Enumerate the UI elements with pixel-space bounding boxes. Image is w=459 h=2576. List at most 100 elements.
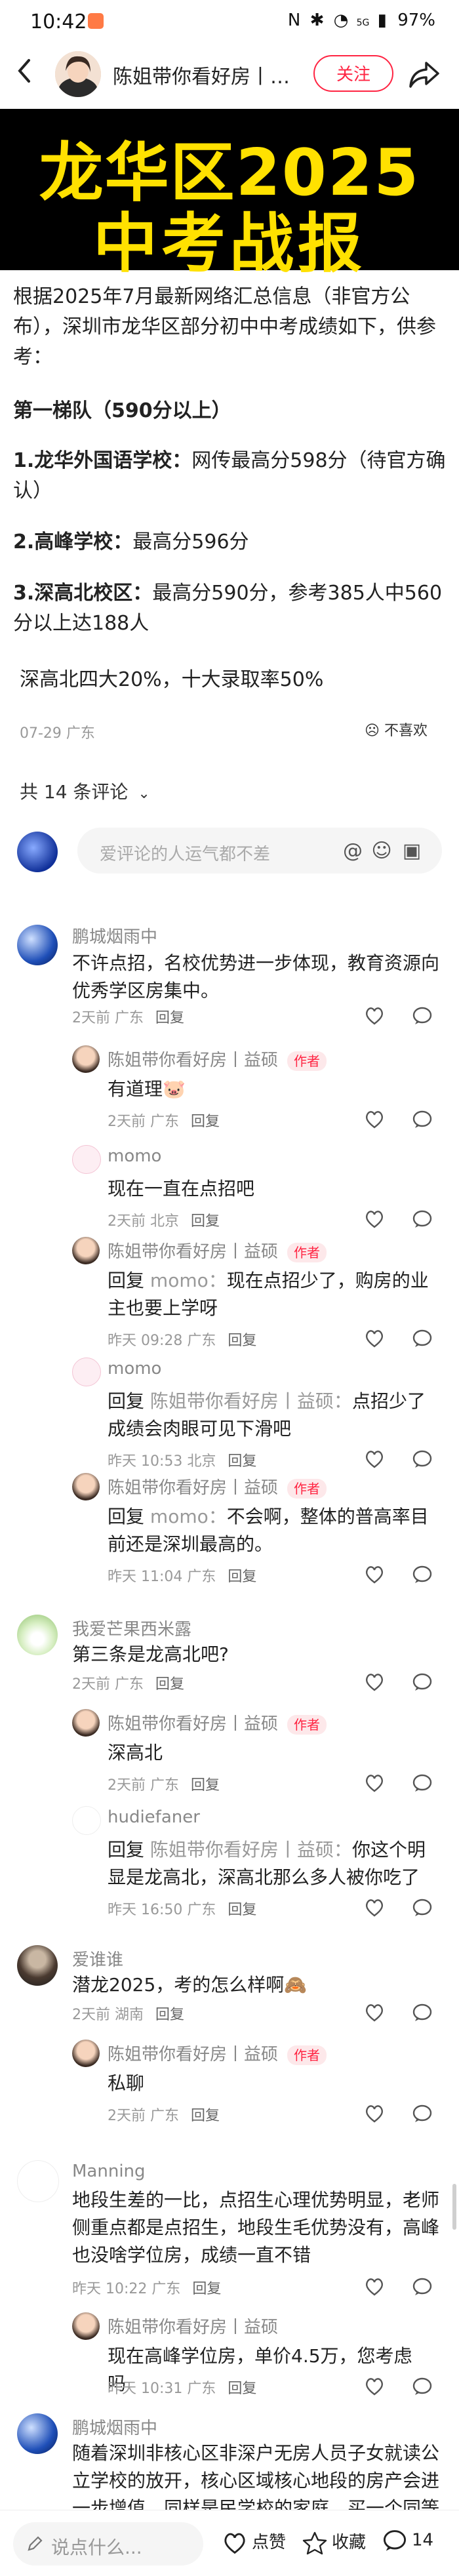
commenter-name[interactable]: 陈姐带你看好房丨益硕 作者: [108, 1710, 327, 1735]
collect-button[interactable]: 收藏: [302, 2529, 366, 2556]
comment-text[interactable]: 有道理🐷: [108, 1076, 422, 1103]
comment-text[interactable]: 现在一直在点招吧: [108, 1175, 422, 1203]
comment-reply-icon[interactable]: [412, 1565, 433, 1584]
reply-button[interactable]: 回复: [228, 1333, 256, 1349]
like-icon[interactable]: [364, 2377, 385, 2396]
reply-button[interactable]: 回复: [192, 2281, 221, 2297]
like-icon[interactable]: [364, 1110, 385, 1129]
reply-button[interactable]: 回复: [228, 1569, 256, 1585]
comment-text[interactable]: 回复 陈姐带你看好房丨益硕：你这个明显是龙高北，深高北那么多人被你吃了: [108, 1836, 435, 1891]
commenter-name-text: 陈姐带你看好房丨益硕: [108, 2045, 279, 2064]
like-icon[interactable]: [364, 1329, 385, 1348]
reply-button[interactable]: 回复: [228, 2381, 256, 2397]
commenter-avatar[interactable]: [72, 1358, 101, 1386]
author-avatar[interactable]: [55, 51, 101, 97]
star-icon: [302, 2531, 327, 2554]
commenter-avatar[interactable]: [72, 1145, 101, 1174]
like-icon[interactable]: [364, 2277, 385, 2297]
share-button[interactable]: [407, 56, 442, 92]
comment-input[interactable]: 爱评论的人运气都不差 @ ☺ ▣: [77, 828, 442, 874]
author-reply-avatar[interactable]: [72, 1237, 100, 1264]
commenter-name[interactable]: 陈姐带你看好房丨益硕 作者: [108, 2041, 327, 2065]
commenter-name[interactable]: 我爱芒果西米露: [72, 1616, 191, 1640]
comment-reply-icon[interactable]: [412, 2377, 433, 2396]
like-icon[interactable]: [364, 2003, 385, 2023]
comment-text[interactable]: 第三条是龙高北吧?: [72, 1641, 439, 1668]
commenter-name[interactable]: Manning: [72, 2162, 146, 2181]
comment-reply-icon[interactable]: [412, 1672, 433, 1692]
scrollbar[interactable]: [452, 2184, 456, 2230]
comment-time-location: 2天前 广东: [108, 1114, 179, 1130]
reply-button[interactable]: 回复: [228, 1902, 256, 1918]
commenter-name[interactable]: momo: [108, 1359, 161, 1379]
mention-icon[interactable]: @: [341, 839, 365, 863]
comment-reply-icon[interactable]: [412, 1898, 433, 1918]
commenter-name[interactable]: 陈姐带你看好房丨益硕 作者: [108, 1047, 327, 1071]
author-reply-avatar[interactable]: [72, 1709, 100, 1737]
comment-text[interactable]: 回复 momo：现在点招少了，购房的业主也要上学呀: [108, 1267, 435, 1322]
commenter-name[interactable]: hudiefaner: [108, 1807, 200, 1827]
post-cover-image[interactable]: 龙华区2025 中考战报: [0, 109, 459, 281]
reply-button[interactable]: 回复: [228, 1453, 256, 1470]
comment-reply-icon[interactable]: [412, 1449, 433, 1469]
reply-button[interactable]: 回复: [191, 1213, 220, 1230]
commenter-name[interactable]: momo: [108, 1146, 161, 1166]
back-button[interactable]: [14, 56, 38, 93]
commenter-name[interactable]: 陈姐带你看好房丨益硕 作者: [108, 1238, 327, 1262]
author-reply-avatar[interactable]: [72, 1045, 100, 1073]
comment-reply-icon[interactable]: [412, 1110, 433, 1129]
like-icon[interactable]: [364, 1898, 385, 1918]
image-icon[interactable]: ▣: [400, 839, 424, 863]
comment-reply-icon[interactable]: [412, 1329, 433, 1348]
comments-count[interactable]: 共 14 条评论 ⌄: [20, 778, 150, 804]
commenter-avatar[interactable]: [17, 925, 58, 965]
commenter-avatar[interactable]: [17, 2160, 59, 2202]
like-icon[interactable]: [364, 2104, 385, 2123]
like-icon[interactable]: [364, 1006, 385, 1026]
commenter-name[interactable]: 陈姐带你看好房丨益硕 作者: [108, 1474, 327, 1499]
reply-button[interactable]: 回复: [155, 2007, 184, 2023]
commenter-name[interactable]: 陈姐带你看好房丨益硕: [108, 2314, 278, 2338]
like-icon[interactable]: [364, 1565, 385, 1584]
commenter-name[interactable]: 鹏城烟雨中: [72, 2415, 157, 2439]
comment-reply-icon[interactable]: [412, 2003, 433, 2023]
commenter-avatar[interactable]: [17, 2413, 58, 2454]
author-reply-avatar[interactable]: [72, 2312, 100, 2340]
comment-button[interactable]: 14: [382, 2529, 433, 2552]
follow-button[interactable]: 关注: [313, 55, 393, 92]
author-name[interactable]: 陈姐带你看好房丨…: [113, 60, 290, 89]
dislike-button[interactable]: ☹ 不喜欢: [365, 719, 428, 740]
comment-text[interactable]: 潜龙2025，考的怎么样啊🙈: [72, 1971, 439, 1999]
comment-text[interactable]: 回复 陈姐带你看好房丨益硕：点招少了成绩会肉眼可见下滑吧: [108, 1388, 435, 1443]
author-reply-avatar[interactable]: [72, 2040, 100, 2067]
reply-button[interactable]: 回复: [191, 1777, 220, 1794]
comment-reply-icon[interactable]: [412, 1209, 433, 1229]
like-icon[interactable]: [364, 1209, 385, 1229]
comment-text[interactable]: 地段生差的一比，点招生心理优势明显，老师侧重点都是点招生，地段生毛优势没有，高峰…: [72, 2186, 439, 2269]
reply-button[interactable]: 回复: [155, 1010, 184, 1026]
comment-reply-icon[interactable]: [412, 2277, 433, 2297]
like-button[interactable]: 点赞: [222, 2529, 286, 2555]
bottom-comment-input[interactable]: 说点什么...: [13, 2522, 203, 2566]
reply-button[interactable]: 回复: [191, 1114, 220, 1130]
like-icon[interactable]: [364, 1672, 385, 1692]
comment-text[interactable]: 回复 momo：不会啊，整体的普高率目前还是深圳最高的。: [108, 1503, 435, 1558]
commenter-avatar[interactable]: [17, 1945, 58, 1986]
comment-reply-icon[interactable]: [412, 2104, 433, 2123]
like-icon[interactable]: [364, 1773, 385, 1793]
comment-text[interactable]: 私聊: [108, 2070, 422, 2097]
emoji-icon[interactable]: ☺: [370, 839, 393, 863]
comment-reply-icon[interactable]: [412, 1773, 433, 1793]
comment-text[interactable]: 深高北: [108, 1739, 422, 1767]
reply-button[interactable]: 回复: [155, 1676, 184, 1693]
reply-button[interactable]: 回复: [191, 2108, 220, 2124]
comment-text[interactable]: 不许点招，名校优势进一步体现，教育资源向优秀学区房集中。: [72, 950, 439, 1005]
commenter-avatar[interactable]: [72, 1806, 101, 1835]
like-icon[interactable]: [364, 1449, 385, 1469]
author-reply-avatar[interactable]: [72, 1473, 100, 1500]
commenter-avatar[interactable]: [17, 1615, 58, 1655]
commenter-name[interactable]: 爱谁谁: [72, 1946, 123, 1971]
commenter-name[interactable]: 鹏城烟雨中: [72, 923, 157, 948]
comment-reply-icon[interactable]: [412, 1006, 433, 1026]
comment-text[interactable]: 随着深圳非核心区非深户无房人员子女就读公立学校的放开，核心区域核心地段的房产会进…: [72, 2440, 439, 2510]
